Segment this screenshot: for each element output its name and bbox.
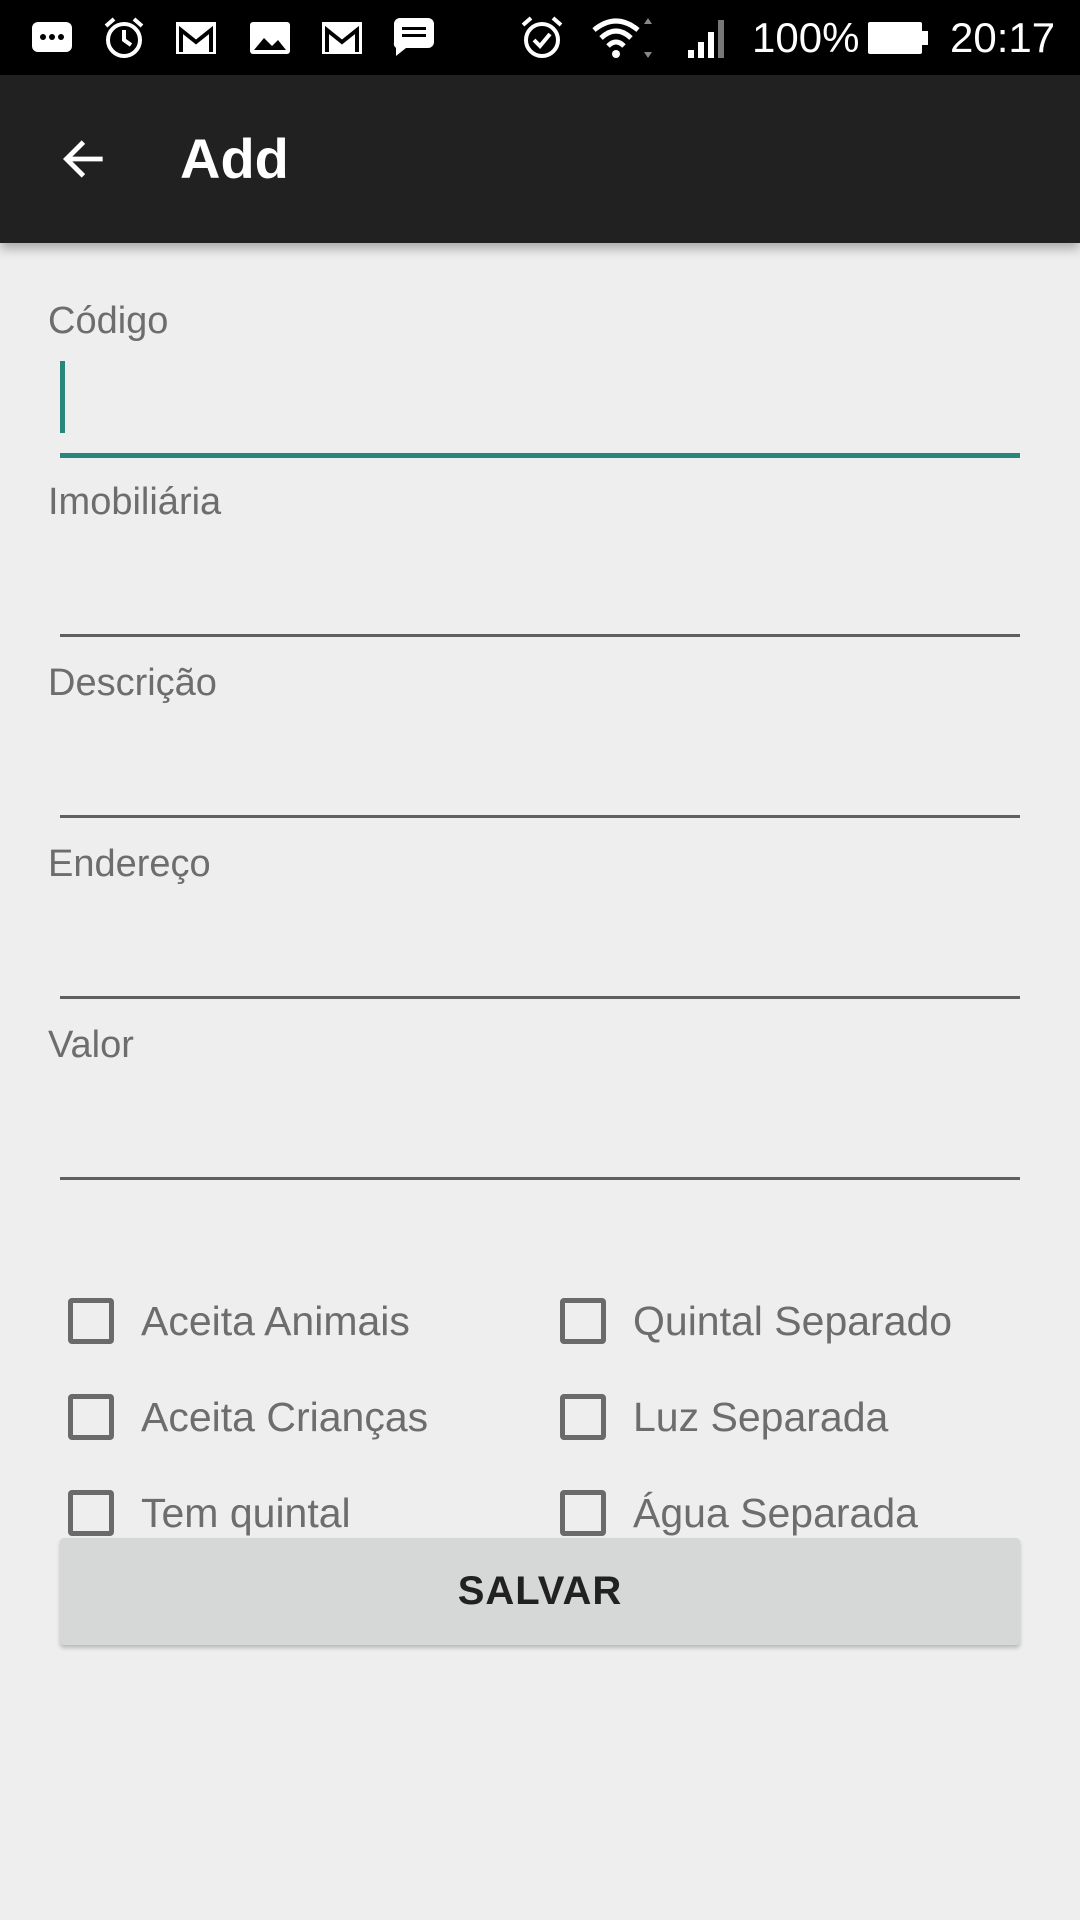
imobiliaria-underline xyxy=(60,634,1020,637)
checkbox-box[interactable] xyxy=(68,1394,114,1440)
checkbox-luz-separada[interactable]: Luz Separada xyxy=(560,1377,888,1457)
checkbox-box[interactable] xyxy=(560,1394,606,1440)
checkbox-aceita-animais[interactable]: Aceita Animais xyxy=(68,1281,410,1361)
valor-input[interactable] xyxy=(60,1076,1020,1156)
wifi-icon xyxy=(592,18,652,58)
photo-icon xyxy=(250,22,290,54)
codigo-underline xyxy=(60,453,1020,458)
checkbox-label: Água Separada xyxy=(633,1490,918,1536)
status-bar: 100% 20:17 xyxy=(0,0,1080,75)
checkbox-box[interactable] xyxy=(560,1298,606,1344)
imobiliaria-input[interactable] xyxy=(60,533,1020,613)
message-icon xyxy=(393,18,434,56)
back-button[interactable] xyxy=(36,111,132,207)
checkbox-label: Aceita Crianças xyxy=(141,1394,429,1440)
endereco-underline xyxy=(60,996,1020,999)
battery-icon xyxy=(868,22,928,54)
page-title: Add xyxy=(180,127,289,190)
checkbox-quintal-separado[interactable]: Quintal Separado xyxy=(560,1281,952,1361)
checkbox-label: Luz Separada xyxy=(633,1394,889,1440)
imobiliaria-label: Imobiliária xyxy=(48,481,222,523)
checkbox-box[interactable] xyxy=(560,1490,606,1536)
endereco-input[interactable] xyxy=(60,895,1020,975)
checkbox-box[interactable] xyxy=(68,1298,114,1344)
clock: 20:17 xyxy=(950,14,1056,61)
descricao-underline xyxy=(60,815,1020,818)
app-bar: Add xyxy=(0,75,1080,243)
save-button[interactable]: SALVAR xyxy=(60,1538,1020,1645)
descricao-input[interactable] xyxy=(60,714,1020,794)
checkbox-label: Aceita Animais xyxy=(141,1298,410,1344)
codigo-label: Código xyxy=(48,300,169,342)
chat-icon xyxy=(32,22,72,52)
battery-percent: 100% xyxy=(752,14,860,61)
checkbox-aceita-criancas[interactable]: Aceita Crianças xyxy=(68,1377,428,1457)
checkbox-label: Tem quintal xyxy=(141,1490,351,1536)
descricao-label: Descrição xyxy=(48,662,217,704)
alarm-icon xyxy=(521,16,563,58)
checkbox-label: Quintal Separado xyxy=(633,1298,953,1344)
cell-signal-icon xyxy=(688,20,724,58)
checkbox-box[interactable] xyxy=(68,1490,114,1536)
codigo-input[interactable] xyxy=(60,351,1020,431)
endereco-label: Endereço xyxy=(48,843,211,885)
gmail-icon xyxy=(322,22,362,54)
valor-label: Valor xyxy=(48,1024,134,1066)
valor-underline xyxy=(60,1177,1020,1180)
arrow-back-icon xyxy=(63,140,103,178)
alarm-clock-icon xyxy=(104,17,144,58)
gmail-icon xyxy=(176,22,216,54)
form: Código Imobiliária Descrição Endereço Va… xyxy=(0,243,1080,1920)
